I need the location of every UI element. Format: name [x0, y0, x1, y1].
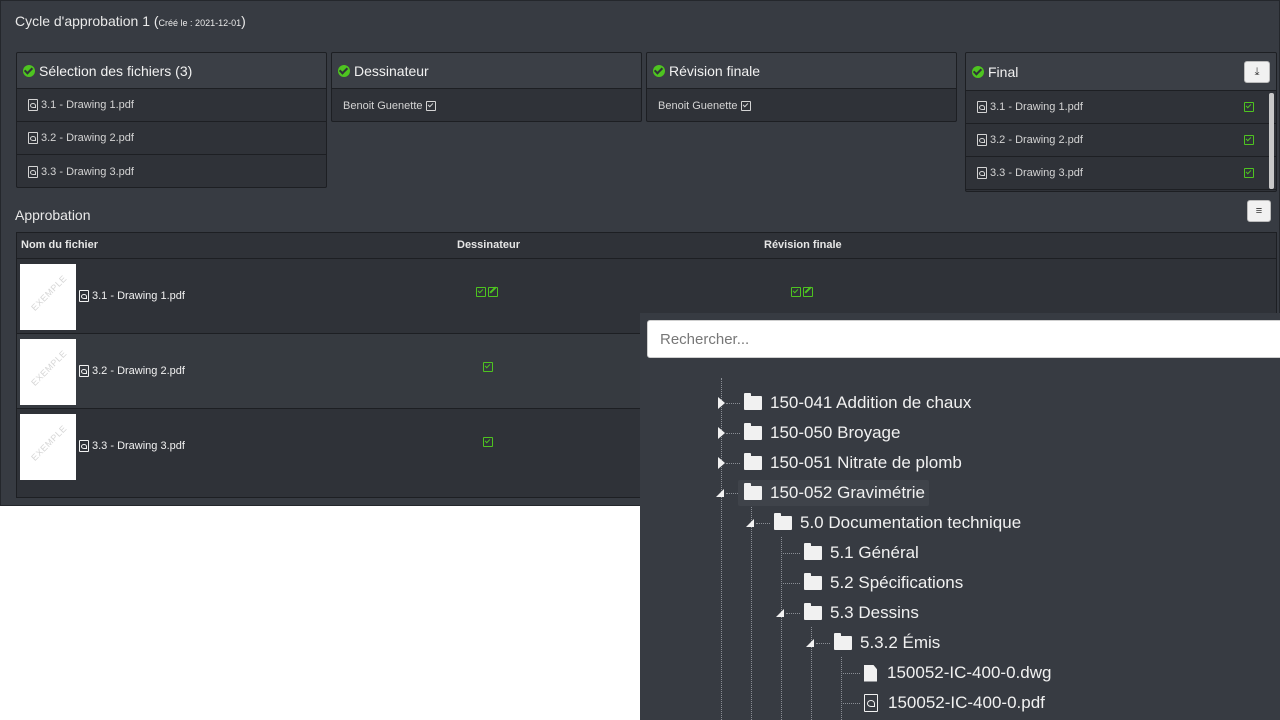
dessinateur-status	[483, 362, 493, 372]
collapse-arrow-icon[interactable]	[746, 519, 754, 527]
cycle-title-text: Cycle d'approbation 1	[15, 13, 150, 29]
dessinateur-card: Dessinateur Benoit Guenette	[331, 52, 642, 122]
tree-guide-line	[751, 507, 752, 720]
checkbox-checked-icon	[791, 287, 801, 297]
column-header-dessinateur[interactable]: Dessinateur	[457, 239, 520, 251]
column-header-revision[interactable]: Révision finale	[764, 239, 842, 251]
check-circle-icon	[972, 65, 984, 78]
tree-guide-line	[841, 657, 842, 720]
collapse-arrow-icon[interactable]	[716, 489, 724, 497]
tree-item-folder[interactable]: 150-051 Nitrate de plomb	[744, 450, 962, 476]
tree-item-folder[interactable]: 5.3 Dessins	[804, 600, 919, 626]
folder-icon	[744, 393, 762, 410]
pdf-file-icon	[864, 694, 878, 712]
tree-item-folder[interactable]: 150-041 Addition de chaux	[744, 390, 971, 416]
checkbox-checked-icon	[476, 287, 486, 297]
table-row-filename[interactable]: 3.1 - Drawing 1.pdf	[79, 290, 185, 302]
dessinateur-status	[483, 437, 493, 447]
revision-status	[791, 287, 813, 297]
download-button[interactable]: ⤓	[1244, 61, 1270, 83]
tree-item-folder[interactable]: 5.3.2 Émis	[834, 630, 940, 656]
search-input[interactable]	[647, 320, 1280, 358]
checkbox-checked-icon	[740, 100, 751, 111]
tree-item-file[interactable]: 150052-IC-400-0.pdf	[864, 690, 1045, 716]
pdf-file-icon	[977, 134, 987, 146]
revision-finale-header: Révision finale	[647, 53, 956, 89]
checkbox-checked-icon	[425, 100, 436, 111]
table-row-filename[interactable]: 3.3 - Drawing 3.pdf	[79, 440, 185, 452]
expand-arrow-icon[interactable]	[718, 397, 725, 409]
table-row-filename[interactable]: 3.2 - Drawing 2.pdf	[79, 365, 185, 377]
final-file-row[interactable]: 3.1 - Drawing 1.pdf	[966, 91, 1276, 124]
revision-user-row: Benoit Guenette	[647, 89, 956, 121]
folder-tree-panel: 150-041 Addition de chaux 150-050 Broyag…	[640, 313, 1280, 720]
dessinateur-user-row: Benoit Guenette	[332, 89, 641, 121]
check-circle-icon	[23, 64, 35, 77]
check-circle-icon	[338, 64, 350, 77]
tree-item-folder[interactable]: 5.0 Documentation technique	[774, 510, 1021, 536]
checkbox-checked-icon	[1244, 168, 1254, 178]
folder-icon	[744, 483, 762, 500]
edit-icon[interactable]	[488, 287, 498, 297]
folder-icon	[774, 513, 792, 530]
checkbox-checked-icon	[483, 362, 493, 372]
pdf-file-icon	[977, 167, 987, 179]
created-date: Créé le : 2021-12-01	[158, 18, 242, 28]
final-file-row[interactable]: 3.2 - Drawing 2.pdf	[966, 124, 1276, 157]
file-thumbnail[interactable]: EXEMPLE	[20, 264, 76, 330]
tree-item-folder[interactable]: 5.2 Spécifications	[804, 570, 963, 596]
folder-icon	[804, 603, 822, 620]
file-icon	[864, 664, 877, 682]
expand-arrow-icon[interactable]	[718, 427, 725, 439]
collapse-arrow-icon[interactable]	[776, 609, 784, 617]
checkbox-checked-icon	[1244, 102, 1254, 112]
edit-icon[interactable]	[803, 287, 813, 297]
bars-icon: ≡	[1255, 205, 1263, 217]
dessinateur-user-name: Benoit Guenette	[343, 99, 423, 112]
final-scrollbar[interactable]	[1269, 93, 1274, 189]
checkbox-checked-icon	[483, 437, 493, 447]
checkbox-checked-icon	[1244, 135, 1254, 145]
tree-item-folder[interactable]: 5.1 Général	[804, 540, 919, 566]
column-header-filename[interactable]: Nom du fichier	[21, 239, 98, 251]
dessinateur-header: Dessinateur	[332, 53, 641, 89]
download-icon: ⤓	[1254, 65, 1260, 78]
tree-item-folder[interactable]: 150-050 Broyage	[744, 420, 900, 446]
revision-user-name: Benoit Guenette	[658, 99, 738, 112]
pdf-file-icon	[79, 365, 89, 377]
pdf-file-icon	[79, 290, 89, 302]
pdf-file-icon	[28, 165, 38, 178]
pdf-file-icon	[28, 132, 38, 144]
final-header: Final ⤓	[966, 53, 1276, 91]
approbation-title: Approbation	[15, 207, 91, 223]
file-thumbnail[interactable]: EXEMPLE	[20, 339, 76, 405]
collapse-arrow-icon[interactable]	[806, 639, 814, 647]
tree-item-file[interactable]: 150052-IC-400-0.dwg	[864, 660, 1051, 686]
folder-icon	[804, 573, 822, 590]
final-card: Final ⤓ 3.1 - Drawing 1.pdf 3.2 - Drawin…	[965, 52, 1277, 192]
revision-finale-card: Révision finale Benoit Guenette	[646, 52, 957, 122]
dessinateur-status	[476, 287, 498, 297]
selection-file-row[interactable]: 3.1 - Drawing 1.pdf	[17, 89, 326, 122]
pdf-file-icon	[977, 101, 987, 113]
folder-icon	[744, 453, 762, 470]
file-selection-header: Sélection des fichiers (3)	[17, 53, 326, 89]
folder-icon	[834, 633, 852, 650]
tree-guide-line	[781, 537, 782, 720]
file-thumbnail[interactable]: EXEMPLE	[20, 414, 76, 480]
folder-icon	[744, 423, 762, 440]
selection-file-row[interactable]: 3.2 - Drawing 2.pdf	[17, 122, 326, 155]
final-file-row[interactable]: 3.3 - Drawing 3.pdf	[966, 157, 1276, 190]
file-selection-title: Sélection des fichiers (3)	[39, 62, 193, 79]
pdf-file-icon	[28, 99, 38, 111]
file-selection-card: Sélection des fichiers (3) 3.1 - Drawing…	[16, 52, 327, 188]
folder-icon	[804, 543, 822, 560]
selection-file-row[interactable]: 3.3 - Drawing 3.pdf	[17, 155, 326, 187]
expand-arrow-icon[interactable]	[718, 457, 725, 469]
tree-item-folder-selected[interactable]: 150-052 Gravimétrie	[738, 480, 929, 506]
pdf-file-icon	[79, 440, 89, 452]
menu-button[interactable]: ≡	[1247, 200, 1271, 222]
check-circle-icon	[653, 64, 665, 77]
cycle-title: Cycle d'approbation 1 (Créé le : 2021-12…	[15, 13, 246, 29]
